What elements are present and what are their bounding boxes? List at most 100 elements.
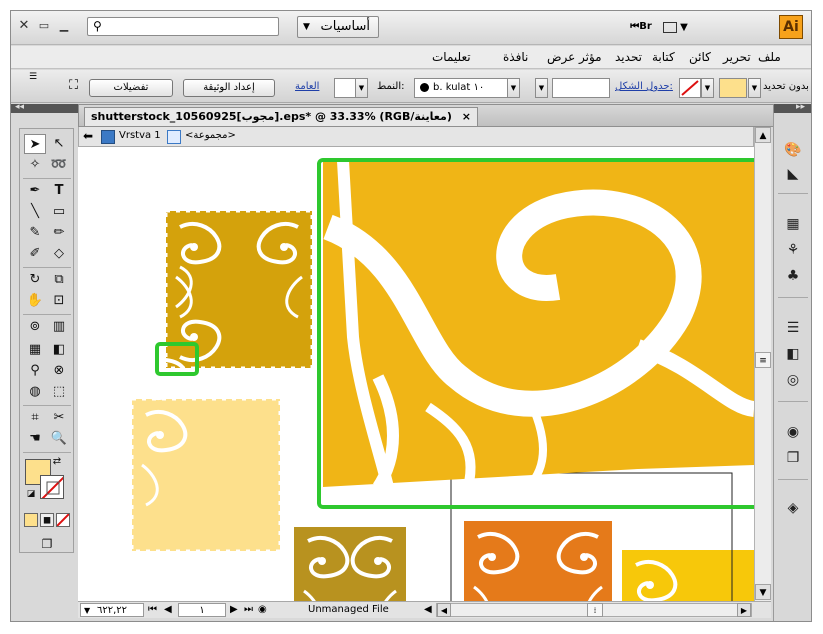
- magic-wand-tool-icon[interactable]: ✧: [24, 155, 46, 175]
- swatches-icon[interactable]: ▦: [783, 215, 803, 233]
- minimize-icon[interactable]: ▁: [57, 19, 71, 33]
- layer-name[interactable]: Vrstva 1: [119, 130, 161, 141]
- live-paint-tool-icon[interactable]: ◍: [24, 382, 46, 402]
- scroll-down-icon[interactable]: ▼: [755, 584, 771, 600]
- bridge-button[interactable]: ⏮Br: [629, 18, 653, 36]
- stroke-dropdown[interactable]: ▼: [701, 78, 714, 98]
- graphic-styles-icon[interactable]: ❐: [783, 449, 803, 467]
- olive-frame[interactable]: [294, 527, 406, 601]
- menu-object[interactable]: كائن: [689, 50, 711, 64]
- default-colors-icon[interactable]: ◪: [24, 487, 38, 501]
- blob-brush-tool-icon[interactable]: ✐: [24, 244, 46, 264]
- graphic-style-swatch[interactable]: [334, 78, 356, 98]
- close-icon[interactable]: ✕: [17, 19, 31, 33]
- brush-definition[interactable]: b. kulat ١٠: [414, 78, 520, 98]
- status-menu-icon[interactable]: ◀: [424, 603, 432, 617]
- gradient-mode-icon[interactable]: ◼: [40, 513, 54, 527]
- transparency-icon[interactable]: ◎: [783, 371, 803, 389]
- appearance-icon[interactable]: ◉: [783, 423, 803, 441]
- preferences-button[interactable]: تفضيلات: [89, 79, 173, 97]
- group-name[interactable]: <مجموعة>: [185, 130, 236, 141]
- menu-select[interactable]: تحديد: [615, 50, 642, 64]
- rectangle-tool-icon[interactable]: ▭: [48, 202, 70, 222]
- paintbrush-tool-icon[interactable]: ✎: [24, 223, 46, 243]
- brush-dropdown[interactable]: ▼: [507, 78, 520, 98]
- color-mode-icon[interactable]: [24, 513, 38, 527]
- stroke-panel-icon[interactable]: ☰: [783, 319, 803, 337]
- back-arrow-icon[interactable]: ⬅: [83, 129, 93, 143]
- stroke-link[interactable]: جدول الشكل:: [615, 81, 673, 92]
- artboard-field[interactable]: ١: [178, 603, 226, 617]
- column-graph-tool-icon[interactable]: ▥: [48, 317, 70, 337]
- arrange-documents-button[interactable]: ▼: [663, 19, 697, 36]
- scroll-thumb[interactable]: ≡: [755, 352, 771, 368]
- line-tool-icon[interactable]: ╲: [24, 202, 46, 222]
- graphic-style-dropdown[interactable]: ▼: [355, 78, 368, 98]
- stroke-weight-dropdown[interactable]: ▼: [535, 78, 548, 98]
- orange-frame[interactable]: [464, 521, 612, 601]
- layers-icon[interactable]: ◈: [783, 499, 803, 517]
- gradient-panel-icon[interactable]: ◧: [783, 345, 803, 363]
- free-transform-tool-icon[interactable]: ⊡: [48, 291, 70, 311]
- crop-area-tool-icon[interactable]: ⌗: [24, 408, 46, 428]
- selection-tool-icon[interactable]: ➤: [24, 134, 46, 154]
- eyedropper-tool-icon[interactable]: ⚲: [24, 361, 46, 381]
- screen-mode-icon[interactable]: ❐: [36, 534, 58, 554]
- stroke-none-swatch[interactable]: [679, 78, 701, 98]
- zoomed-ornament[interactable]: [322, 160, 754, 491]
- menu-type[interactable]: كتابة: [652, 50, 675, 64]
- horizontal-scroll-thumb[interactable]: ⁞: [587, 603, 603, 617]
- menu-view[interactable]: عرض: [547, 50, 575, 64]
- pencil-tool-icon[interactable]: ✏: [48, 223, 70, 243]
- scroll-right-icon[interactable]: ▶: [737, 603, 751, 617]
- status-options-icon[interactable]: ◉: [258, 603, 267, 617]
- lasso-tool-icon[interactable]: ➿: [48, 155, 70, 175]
- scroll-up-icon[interactable]: ▲: [755, 127, 771, 143]
- scroll-left-icon[interactable]: ◀: [437, 603, 451, 617]
- fill-color-swatch[interactable]: [719, 78, 747, 98]
- workspace-switcher[interactable]: ▼ أساسيات: [297, 16, 379, 38]
- transform-icon[interactable]: ⛶: [69, 78, 78, 93]
- hand-tool-icon[interactable]: ☚: [24, 429, 46, 449]
- panel-menu-icon[interactable]: ☰: [29, 72, 37, 82]
- zoom-tool-icon[interactable]: 🔍: [48, 429, 70, 449]
- none-mode-icon[interactable]: [56, 513, 70, 527]
- direct-selection-tool-icon[interactable]: ↖: [48, 134, 70, 154]
- search-field[interactable]: ⚲: [87, 17, 279, 36]
- rotate-tool-icon[interactable]: ↻: [24, 270, 46, 290]
- menu-file[interactable]: ملف: [758, 50, 781, 64]
- first-artboard-icon[interactable]: ⏮: [148, 603, 157, 617]
- slice-tool-icon[interactable]: ✂: [48, 408, 70, 428]
- mesh-tool-icon[interactable]: ▦: [24, 340, 46, 360]
- yellow-frame[interactable]: [622, 550, 754, 601]
- swap-colors-icon[interactable]: ⇄: [50, 455, 64, 469]
- blend-tool-icon[interactable]: ⊗: [48, 361, 70, 381]
- fill-dropdown[interactable]: ▼: [748, 78, 761, 98]
- stroke-color-box[interactable]: [40, 475, 64, 499]
- scale-tool-icon[interactable]: ⧉: [48, 270, 70, 290]
- document-setup-button[interactable]: إعداد الوثيقة: [183, 79, 275, 97]
- brushes-icon[interactable]: ⚘: [783, 241, 803, 259]
- menu-effect[interactable]: مؤثر: [579, 50, 602, 64]
- vertical-scrollbar[interactable]: ▲ ≡ ▼: [754, 127, 771, 601]
- symbol-sprayer-tool-icon[interactable]: ⊚: [24, 317, 46, 337]
- color-guide-icon[interactable]: ◣: [783, 165, 803, 183]
- warp-tool-icon[interactable]: ✋: [24, 291, 46, 311]
- horizontal-scrollbar[interactable]: ◀ ⁞ ▶: [436, 603, 752, 617]
- restore-icon[interactable]: ▭: [37, 19, 51, 33]
- symbols-icon[interactable]: ♣: [783, 267, 803, 285]
- menu-help[interactable]: تعليمات: [432, 50, 471, 64]
- previous-artboard-icon[interactable]: ◀: [164, 603, 172, 617]
- color-panel-icon[interactable]: 🎨: [783, 141, 803, 159]
- collapse-right-icon[interactable]: ▸▸: [796, 102, 805, 112]
- menu-edit[interactable]: تحرير: [723, 50, 751, 64]
- pen-tool-icon[interactable]: ✒: [24, 181, 46, 201]
- general-link[interactable]: العامة: [295, 81, 319, 92]
- gradient-tool-icon[interactable]: ◧: [48, 340, 70, 360]
- eraser-tool-icon[interactable]: ◇: [48, 244, 70, 264]
- menu-window[interactable]: نافذة: [503, 50, 528, 64]
- last-artboard-icon[interactable]: ⏭: [244, 603, 253, 617]
- live-paint-selection-icon[interactable]: ⬚: [48, 382, 70, 402]
- stroke-weight-field[interactable]: [552, 78, 610, 98]
- type-tool-icon[interactable]: T: [48, 181, 70, 201]
